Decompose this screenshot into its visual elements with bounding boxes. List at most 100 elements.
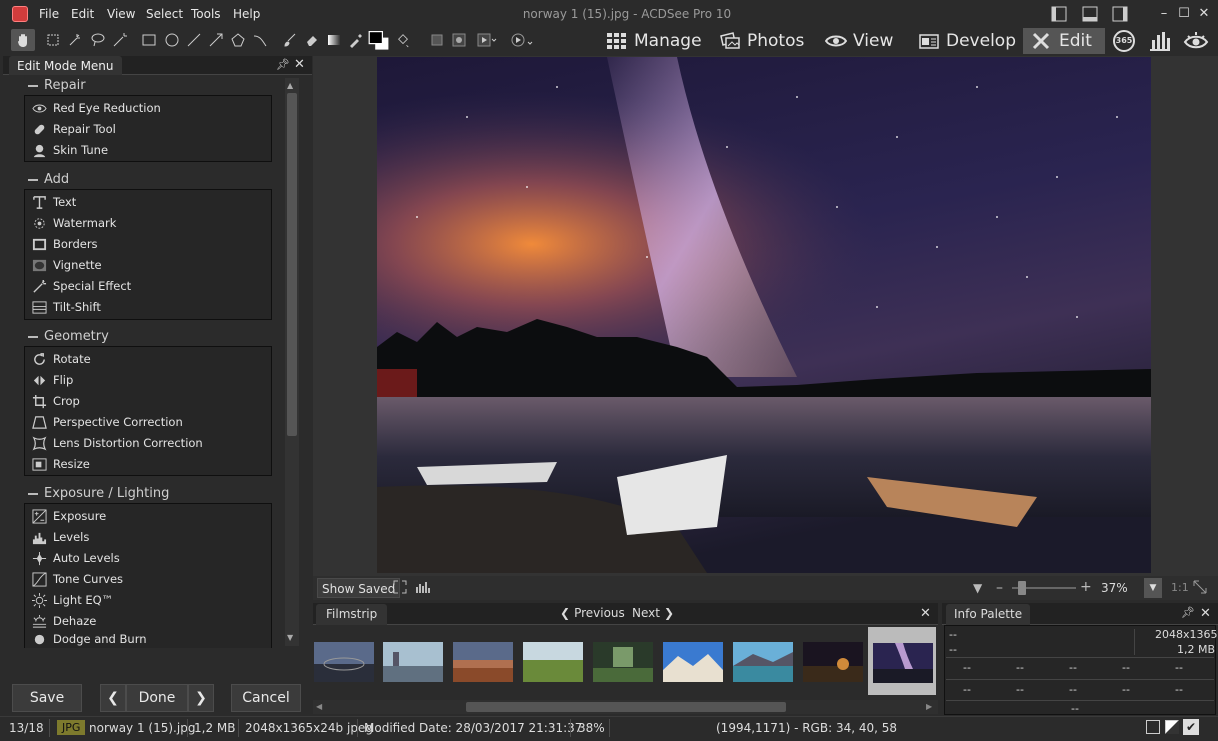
panel-close-icon[interactable]: ✕: [294, 57, 305, 72]
filmstrip-close-icon[interactable]: ✕: [920, 606, 931, 621]
thumbnail[interactable]: [523, 642, 583, 682]
dock-right-icon[interactable]: [1112, 6, 1128, 22]
item-dodge-and-burn[interactable]: Dodge and Burn: [32, 632, 147, 648]
fill-bucket-icon[interactable]: [396, 30, 410, 50]
item-auto-levels[interactable]: Auto Levels: [32, 548, 120, 568]
scroll-left-icon[interactable]: ◀: [316, 702, 322, 711]
eye-settings-icon[interactable]: [1183, 30, 1209, 52]
item-vignette[interactable]: Vignette: [32, 255, 102, 275]
item-repair-tool[interactable]: Repair Tool: [32, 119, 116, 139]
next-image-button[interactable]: ❯: [188, 684, 214, 712]
item-special-effect[interactable]: Special Effect: [32, 276, 131, 296]
item-red-eye-reduction[interactable]: Red Eye Reduction: [32, 98, 161, 118]
actions-menu-icon[interactable]: [506, 30, 538, 50]
thumbnail[interactable]: [733, 642, 793, 682]
polygon-tool-icon[interactable]: [228, 30, 248, 50]
ellipse-select-icon[interactable]: [162, 30, 182, 50]
dock-left-icon[interactable]: [1051, 6, 1067, 22]
done-button[interactable]: Done: [126, 684, 188, 712]
hand-tool-icon[interactable]: [11, 29, 35, 51]
thumbnail[interactable]: [593, 642, 653, 682]
dashboard-icon[interactable]: [1148, 30, 1172, 52]
info-close-icon[interactable]: ✕: [1200, 606, 1211, 621]
zoom-out-icon[interactable]: –: [996, 580, 1003, 596]
item-borders[interactable]: Borders: [32, 234, 98, 254]
minimize-icon[interactable]: –: [1156, 6, 1172, 22]
color-swatch-icon[interactable]: [366, 30, 394, 50]
maximize-icon[interactable]: ☐: [1176, 6, 1192, 22]
eraser-icon[interactable]: [302, 30, 322, 50]
show-saved-button[interactable]: Show Saved: [317, 578, 401, 598]
zoom-slider-thumb[interactable]: [1018, 581, 1026, 595]
stop-icon[interactable]: [427, 30, 447, 50]
panel-scroll-thumb[interactable]: [287, 93, 297, 436]
item-skin-tune[interactable]: Skin Tune: [32, 140, 108, 160]
item-watermark[interactable]: Watermark: [32, 213, 116, 233]
mode-manage-button[interactable]: Manage: [598, 28, 710, 54]
main-photo[interactable]: [377, 57, 1151, 573]
group-exposure-header[interactable]: Exposure / Lighting: [28, 486, 169, 501]
scroll-up-icon[interactable]: ▲: [287, 81, 293, 90]
thumbnail[interactable]: [663, 642, 723, 682]
zoom-in-icon[interactable]: +: [1080, 579, 1092, 595]
transform-tool-icon[interactable]: [43, 30, 63, 50]
magic-wand-icon[interactable]: [110, 30, 130, 50]
dock-bottom-icon[interactable]: [1082, 6, 1098, 22]
curve-tool-icon[interactable]: [250, 30, 270, 50]
mode-view-button[interactable]: View: [817, 28, 901, 54]
histogram-icon[interactable]: [416, 580, 430, 594]
mode-edit-button[interactable]: Edit: [1023, 28, 1105, 54]
group-add-header[interactable]: Add: [28, 172, 69, 187]
arrow-tool-icon[interactable]: [206, 30, 226, 50]
cancel-button[interactable]: Cancel: [231, 684, 301, 712]
view-normal-icon[interactable]: [1146, 720, 1160, 734]
actual-size-button[interactable]: 1:1: [1171, 581, 1189, 594]
item-levels[interactable]: Levels: [32, 527, 89, 547]
rectangle-select-icon[interactable]: [139, 30, 159, 50]
mode-photos-button[interactable]: Photos: [711, 28, 812, 54]
play-action-icon[interactable]: [473, 30, 501, 50]
view-split-icon[interactable]: [1165, 720, 1179, 734]
item-light-eq[interactable]: Light EQ™: [32, 590, 113, 610]
pin-icon[interactable]: 📌︎: [276, 58, 290, 71]
line-tool-icon[interactable]: [184, 30, 204, 50]
zoom-value[interactable]: 37%: [1101, 581, 1128, 595]
item-tone-curves[interactable]: Tone Curves: [32, 569, 123, 589]
zoom-dropdown-icon[interactable]: ▼: [1144, 578, 1162, 598]
item-text[interactable]: Text: [32, 192, 76, 212]
close-icon[interactable]: ✕: [1196, 6, 1212, 22]
magic-select-icon[interactable]: [65, 30, 85, 50]
brush-icon[interactable]: [280, 30, 300, 50]
record-icon[interactable]: [449, 30, 469, 50]
fullscreen-icon[interactable]: [393, 580, 407, 594]
item-crop[interactable]: Crop: [32, 391, 80, 411]
filmstrip-previous-button[interactable]: ❮ Previous: [560, 606, 625, 620]
item-rotate[interactable]: Rotate: [32, 349, 91, 369]
thumbnail-current[interactable]: [873, 643, 933, 683]
gradient-icon[interactable]: [324, 30, 344, 50]
mode-365-button[interactable]: 365: [1113, 30, 1135, 52]
previous-image-button[interactable]: ❮: [100, 684, 126, 712]
fit-image-icon[interactable]: [1193, 580, 1207, 594]
view-check-icon[interactable]: ✔: [1183, 719, 1199, 735]
thumbnail[interactable]: [383, 642, 443, 682]
item-tilt-shift[interactable]: Tilt-Shift: [32, 297, 101, 317]
item-lens-distortion-correction[interactable]: Lens Distortion Correction: [32, 433, 203, 453]
item-perspective-correction[interactable]: Perspective Correction: [32, 412, 183, 432]
item-resize[interactable]: Resize: [32, 454, 90, 474]
thumbnail[interactable]: [453, 642, 513, 682]
group-repair-header[interactable]: Repair: [28, 78, 86, 93]
scroll-right-icon[interactable]: ▶: [926, 702, 932, 711]
eyedropper-icon[interactable]: [346, 30, 366, 50]
item-dehaze[interactable]: Dehaze: [32, 611, 96, 631]
item-exposure[interactable]: Exposure: [32, 506, 106, 526]
thumbnail[interactable]: [803, 642, 863, 682]
thumbnail[interactable]: [314, 642, 374, 682]
filmstrip-next-button[interactable]: Next ❯: [632, 606, 674, 620]
filmstrip-scroll-thumb[interactable]: [466, 702, 786, 712]
mode-develop-button[interactable]: Develop: [910, 28, 1024, 54]
item-flip[interactable]: Flip: [32, 370, 73, 390]
group-geometry-header[interactable]: Geometry: [28, 329, 109, 344]
lasso-icon[interactable]: [88, 30, 108, 50]
scroll-down-icon[interactable]: ▼: [287, 633, 293, 642]
